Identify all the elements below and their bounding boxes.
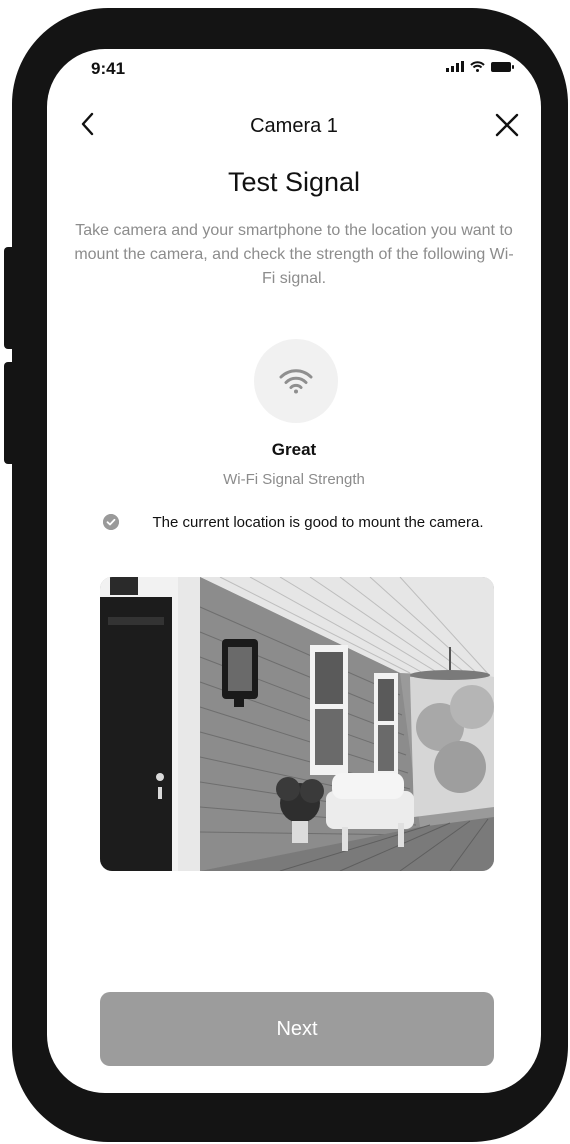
phone-screen: 9:41 Camera 1 Test Signal Take camera an… — [47, 49, 541, 1093]
wifi-status-icon — [470, 61, 485, 72]
location-check-message: The current location is good to mount th… — [152, 514, 484, 531]
battery-icon — [491, 62, 514, 72]
wifi-signal-badge — [254, 339, 338, 423]
side-button-upper — [4, 247, 18, 349]
check-circle-icon — [103, 514, 119, 530]
porch-photo — [100, 577, 494, 871]
cellular-signal-icon — [446, 61, 464, 72]
side-button-lower — [4, 362, 18, 464]
page-description: Take camera and your smartphone to the l… — [74, 222, 514, 287]
signal-strength-value: Great — [271, 440, 317, 459]
next-button[interactable]: Next — [100, 992, 494, 1066]
wifi-icon — [279, 369, 313, 394]
close-icon[interactable] — [493, 111, 521, 139]
status-time: 9:41 — [91, 59, 126, 78]
page-title: Test Signal — [227, 167, 361, 197]
status-icons — [446, 61, 514, 72]
signal-strength-label: Wi-Fi Signal Strength — [223, 471, 365, 488]
nav-title: Camera 1 — [250, 115, 338, 137]
